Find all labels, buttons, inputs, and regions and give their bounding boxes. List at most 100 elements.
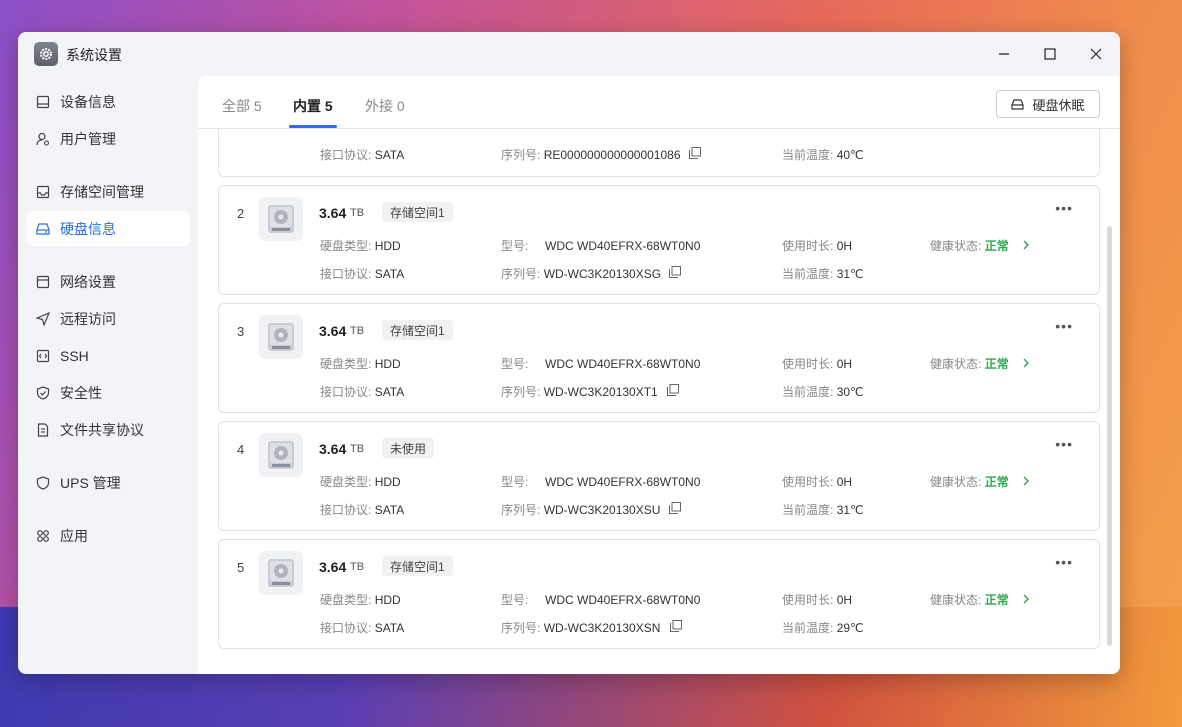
- uptime-row: 使用时长: 0H: [782, 357, 853, 371]
- disk-type-row: 硬盘类型: HDD: [320, 593, 401, 607]
- more-menu-icon[interactable]: •••: [1055, 436, 1073, 452]
- sidebar-item-label: 设备信息: [60, 93, 116, 110]
- interface-row: 接口协议: SATA: [320, 385, 405, 399]
- sidebar-item-ssh[interactable]: SSH: [27, 338, 190, 373]
- copy-icon[interactable]: [670, 620, 682, 632]
- close-button[interactable]: [1084, 42, 1108, 66]
- interface-row: 接口协议: SATA: [320, 503, 405, 517]
- hard-drive-icon: [259, 433, 303, 477]
- more-menu-icon[interactable]: •••: [1055, 200, 1073, 216]
- hard-drive-icon: [259, 551, 303, 595]
- send-icon: [35, 311, 51, 327]
- storage-badge: 未使用: [382, 438, 435, 458]
- sidebar-item-user-management[interactable]: 用户管理: [27, 121, 190, 156]
- model-row: 型号: WDC WD40EFRX-68WT0N0: [501, 239, 701, 253]
- storage-badge: 存储空间1: [382, 320, 453, 340]
- health-row[interactable]: 健康状态: 正常: [930, 355, 1009, 372]
- disk-type-row: 硬盘类型: HDD: [320, 357, 401, 371]
- disk-index: 5: [237, 560, 245, 575]
- sidebar-item-label: 存储空间管理: [60, 183, 144, 200]
- copy-icon[interactable]: [669, 502, 681, 514]
- sidebar-item-device-info[interactable]: 设备信息: [27, 84, 190, 119]
- user-gear-icon: [35, 131, 51, 147]
- copy-icon[interactable]: [689, 147, 701, 159]
- scrollbar[interactable]: [1107, 226, 1112, 646]
- settings-window: 系统设置 设备信息 用户管理 存储空间管理 硬盘信息 网络设置 远程访问 SSH…: [18, 32, 1120, 674]
- copy-icon[interactable]: [667, 384, 679, 396]
- close-icon: [1090, 48, 1102, 60]
- serial-row: 序列号: WD-WC3K20130XSG: [501, 267, 662, 281]
- disk-card: 5 3.64 TB 存储空间1 ••• 硬盘类型: HDD 型号: WDC WD…: [218, 539, 1100, 649]
- health-row[interactable]: 健康状态: 正常: [930, 237, 1009, 254]
- health-row[interactable]: 健康状态: 正常: [930, 473, 1009, 490]
- active-tab-indicator: [289, 125, 337, 128]
- uptime-row: 使用时长: 0H: [782, 593, 853, 607]
- disk-card: 2 3.64 TB 存储空间1 ••• 硬盘类型: HDD 型号: WDC WD…: [218, 185, 1100, 295]
- maximize-button[interactable]: [1038, 42, 1062, 66]
- minimize-icon: [999, 53, 1009, 55]
- temperature-row: 当前温度: 31℃: [782, 267, 864, 281]
- uptime-row: 使用时长: 0H: [782, 239, 853, 253]
- more-menu-icon[interactable]: •••: [1055, 318, 1073, 334]
- monitor-icon: [35, 94, 51, 110]
- tab-bar: 全部 5 内置 5 外接 0 硬盘休眠: [198, 76, 1120, 129]
- model-row: 型号: WDC WD40EFRX-68WT0N0: [501, 357, 701, 371]
- more-menu-icon[interactable]: •••: [1055, 554, 1073, 570]
- interface-row: 接口协议: SATA: [320, 267, 405, 281]
- network-icon: [35, 274, 51, 290]
- serial-row: 序列号: WD-WC3K20130XSN: [501, 621, 661, 635]
- sidebar-item-disk-info[interactable]: 硬盘信息: [27, 211, 190, 246]
- document-icon: [35, 422, 51, 438]
- serial-row: 序列号: WD-WC3K20130XSU: [501, 503, 661, 517]
- sidebar-item-security[interactable]: 安全性: [27, 375, 190, 410]
- window-title: 系统设置: [66, 47, 122, 63]
- model-row: 型号: WDC WD40EFRX-68WT0N0: [501, 593, 701, 607]
- sidebar-item-network[interactable]: 网络设置: [27, 264, 190, 299]
- tab-all[interactable]: 全部 5: [222, 96, 262, 116]
- copy-icon[interactable]: [669, 266, 681, 278]
- chevron-right-icon[interactable]: [1022, 476, 1030, 486]
- disk-type-row: 硬盘类型: HDD: [320, 475, 401, 489]
- chevron-right-icon[interactable]: [1022, 240, 1030, 250]
- apps-icon: [35, 528, 51, 544]
- disk-size-unit: TB: [350, 443, 365, 455]
- disk-card: 3 3.64 TB 存储空间1 ••• 硬盘类型: HDD 型号: WDC WD…: [218, 303, 1100, 413]
- sidebar-item-label: 远程访问: [60, 310, 116, 327]
- minimize-button[interactable]: [992, 42, 1016, 66]
- storage-badge: 存储空间1: [382, 556, 453, 576]
- disk-size: 3.64: [319, 559, 347, 575]
- disk-size: 3.64: [319, 205, 347, 221]
- disk-list: 接口协议: SATA 序列号: RE000000000000001086 当前温…: [198, 129, 1120, 674]
- sidebar-item-file-sharing[interactable]: 文件共享协议: [27, 412, 190, 447]
- sidebar: 设备信息 用户管理 存储空间管理 硬盘信息 网络设置 远程访问 SSH 安全性: [18, 76, 198, 674]
- disk-index: 4: [237, 442, 245, 457]
- temperature-row: 当前温度: 29℃: [782, 621, 864, 635]
- chevron-right-icon[interactable]: [1022, 594, 1030, 604]
- disk-sleep-button[interactable]: 硬盘休眠: [996, 90, 1100, 118]
- serial-row: 序列号: RE000000000000001086: [501, 148, 681, 162]
- health-row[interactable]: 健康状态: 正常: [930, 591, 1009, 608]
- sidebar-item-storage[interactable]: 存储空间管理: [27, 174, 190, 209]
- disk-size-unit: TB: [350, 207, 365, 219]
- sidebar-item-label: 网络设置: [60, 273, 116, 290]
- sidebar-item-apps[interactable]: 应用: [27, 518, 190, 553]
- sidebar-item-label: 用户管理: [60, 130, 116, 147]
- sidebar-item-label: 应用: [60, 527, 88, 544]
- temperature-row: 当前温度: 30℃: [782, 385, 864, 399]
- tab-internal[interactable]: 内置 5: [293, 96, 333, 116]
- maximize-icon: [1044, 48, 1056, 60]
- storage-icon: [35, 184, 51, 200]
- sidebar-item-ups[interactable]: UPS 管理: [27, 465, 190, 500]
- disk-card: 4 3.64 TB 未使用 ••• 硬盘类型: HDD 型号: WDC WD40…: [218, 421, 1100, 531]
- disk-index: 2: [237, 206, 245, 221]
- tab-external[interactable]: 外接 0: [365, 96, 405, 116]
- disk-size: 3.64: [319, 323, 347, 339]
- interface-row: 接口协议: SATA: [320, 148, 405, 162]
- chevron-right-icon[interactable]: [1022, 358, 1030, 368]
- disk-sleep-label: 硬盘休眠: [1032, 97, 1085, 113]
- sidebar-item-remote-access[interactable]: 远程访问: [27, 301, 190, 336]
- hard-drive-icon: [259, 197, 303, 241]
- code-icon: [35, 348, 51, 364]
- disk-card-partial: 接口协议: SATA 序列号: RE000000000000001086 当前温…: [218, 129, 1100, 177]
- sidebar-item-label: UPS 管理: [60, 474, 121, 491]
